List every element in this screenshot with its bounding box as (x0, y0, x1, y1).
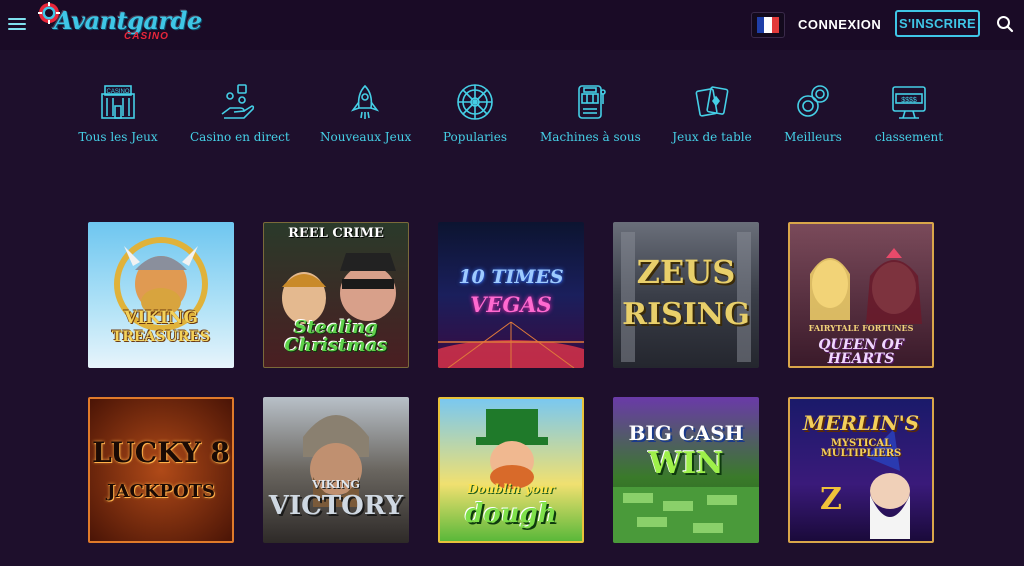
svg-text:$$$$: $$$$ (901, 97, 917, 104)
roulette-icon (457, 84, 493, 120)
casino-building-icon: CASINO (101, 85, 135, 119)
category-navigation: CASINO Tous les Jeux Casino en direct No… (0, 82, 1024, 152)
top-navigation-bar: Avantgarde CASINO CONNEXION S'INSCRIRE (0, 0, 1024, 50)
game-subtitle: WIN (648, 446, 724, 481)
category-label: Nouveaux Jeux (320, 130, 412, 144)
game-tile-queen-of-hearts[interactable]: FAIRYTALE FORTUNES QUEEN OF HEARTS (788, 222, 934, 368)
game-subtitle: MYSTICAL MULTIPLIERS (820, 438, 902, 459)
game-subtitle: VEGAS (470, 292, 552, 317)
game-subtitle: JACKPOTS (106, 481, 216, 502)
svg-text:CASINO: CASINO (106, 89, 129, 95)
game-tile-zeus-rising[interactable]: ZEUS RISING (613, 222, 759, 368)
game-subtitle: TREASURES (111, 329, 211, 345)
game-title: Doublin your (467, 482, 555, 496)
category-new-games[interactable]: Nouveaux Jeux (320, 82, 412, 144)
game-artwork (114, 237, 208, 331)
game-subtitle: VICTORY (268, 491, 404, 521)
game-title: FAIRYTALE FORTUNES (808, 323, 914, 333)
category-label: classement (874, 130, 944, 144)
game-subtitle: RISING (622, 297, 750, 332)
game-artwork (621, 232, 751, 362)
french-flag-icon (757, 17, 779, 33)
game-subtitle: Stealing Christmas (284, 317, 388, 356)
category-popular[interactable]: Popularies (440, 82, 510, 144)
category-label: Jeux de table (672, 130, 752, 144)
game-tile-10-times-vegas[interactable]: 10 TIMES VEGAS (438, 222, 584, 368)
category-slot-machines[interactable]: Machines à sous (540, 82, 641, 144)
game-title: VIKING (124, 308, 198, 328)
dealer-hand-icon (221, 84, 255, 119)
category-all-games[interactable]: CASINO Tous les Jeux (78, 82, 158, 144)
game-title: REEL CRIME (288, 226, 384, 241)
svg-text:Z: Z (820, 482, 842, 517)
new-rocket-icon (350, 84, 380, 119)
category-label: Tous les Jeux (78, 130, 158, 144)
playing-cards-icon (695, 86, 729, 117)
game-tile-stealing-christmas[interactable]: REEL CRIME Stealing Christmas (263, 222, 409, 368)
category-label: Meilleurs (784, 130, 842, 144)
search-icon[interactable] (996, 15, 1014, 33)
game-title: LUCKY 8 (92, 436, 230, 469)
category-table-games[interactable]: Jeux de table (672, 82, 752, 144)
signup-button[interactable]: S'INSCRIRE (895, 10, 980, 37)
game-tile-viking-treasures[interactable]: VIKING TREASURES (88, 222, 234, 368)
slot-machine-icon (578, 85, 606, 119)
game-title: VIKING (312, 478, 360, 491)
category-best[interactable]: Meilleurs (782, 82, 844, 144)
category-label: Popularies (442, 130, 508, 144)
game-title: MERLIN'S (802, 411, 920, 435)
game-title: 10 TIMES (458, 266, 564, 288)
category-label: Casino en direct (190, 130, 290, 144)
game-title: BIG CASH (628, 421, 744, 445)
chips-icon (797, 85, 829, 117)
game-tile-doublin-your-dough[interactable]: Doublin your dough (438, 397, 584, 543)
game-tile-viking-victory[interactable]: VIKING VICTORY (263, 397, 409, 543)
game-tile-lucky-8-jackpots[interactable]: LUCKY 8 JACKPOTS (88, 397, 234, 543)
language-selector[interactable] (751, 12, 785, 38)
game-artwork (303, 415, 369, 507)
game-subtitle: QUEEN OF HEARTS (818, 337, 904, 367)
category-live-casino[interactable]: Casino en direct (190, 82, 290, 144)
jackpot-screen-icon: $$$$ (892, 86, 926, 119)
category-ranking[interactable]: $$$$ classement (872, 82, 946, 144)
logo-subtitle: CASINO (124, 31, 169, 42)
game-subtitle: dough (465, 499, 557, 529)
game-tile-merlins-mystical-multipliers[interactable]: Z MERLIN'S MYSTICAL MULTIPLIERS (788, 397, 934, 543)
category-label: Machines à sous (540, 130, 641, 144)
hamburger-menu-icon[interactable] (8, 15, 26, 33)
login-button[interactable]: CONNEXION (798, 17, 881, 32)
site-logo[interactable]: Avantgarde CASINO (38, 0, 202, 48)
game-tile-big-cash-win[interactable]: BIG CASH WIN (613, 397, 759, 543)
game-title: ZEUS (636, 253, 736, 291)
